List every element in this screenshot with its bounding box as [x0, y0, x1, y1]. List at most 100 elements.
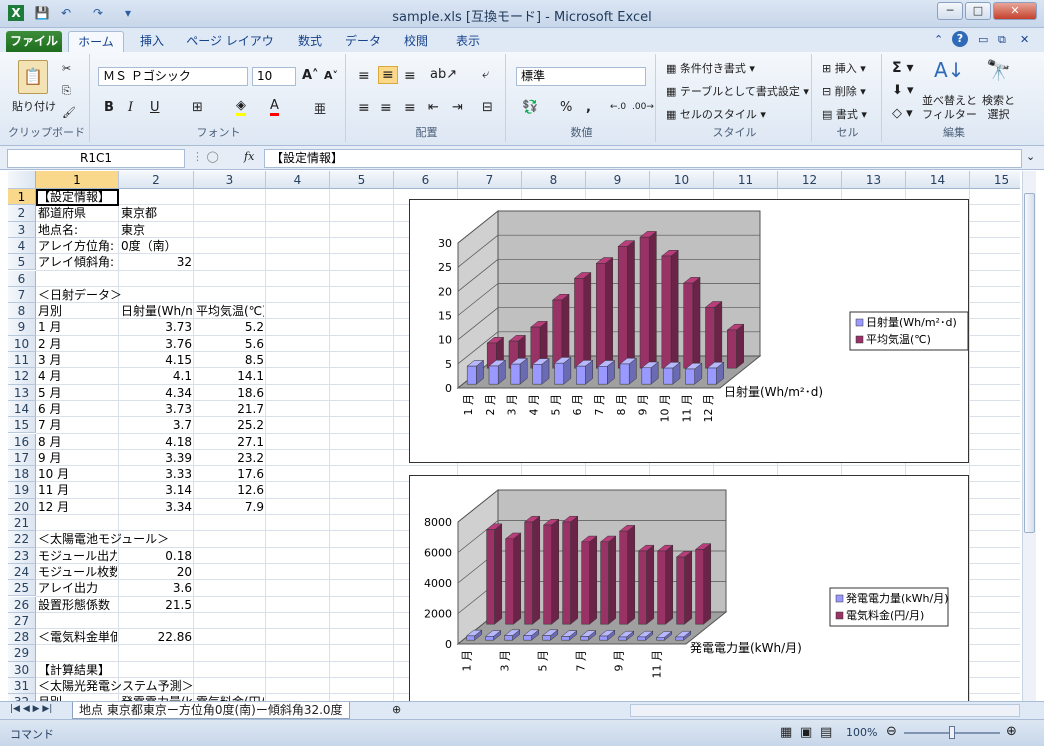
- cell[interactable]: 3.73: [121, 401, 192, 417]
- cell[interactable]: 3.33: [121, 466, 192, 482]
- italic-button[interactable]: I: [128, 100, 133, 115]
- worksheet-grid[interactable]: 1 2 3 4 5 6 7 8 9 10 11 12 13 14 15 1 【設定情報】 2 都道府県 東京都 3 地点…: [8, 171, 1020, 701]
- column-header[interactable]: 15: [970, 171, 1020, 189]
- cell[interactable]: 4.18: [121, 434, 192, 450]
- cell[interactable]: 23.2: [196, 450, 264, 466]
- cell[interactable]: 27.1: [196, 434, 264, 450]
- cell[interactable]: 8.5: [196, 352, 264, 368]
- cell[interactable]: 7.9: [196, 499, 264, 515]
- cell[interactable]: 3.6: [121, 580, 192, 596]
- cell[interactable]: 平均気温(℃): [196, 303, 264, 319]
- column-header[interactable]: 14: [906, 171, 970, 189]
- formula-input[interactable]: 【設定情報】: [264, 149, 1022, 168]
- cell[interactable]: 0度（南）: [121, 238, 421, 254]
- column-header[interactable]: 2: [119, 171, 194, 189]
- cell[interactable]: 都道府県: [38, 205, 117, 221]
- decrease-indent-icon[interactable]: ⇤: [428, 100, 439, 115]
- orientation-icon[interactable]: ab↗: [430, 67, 457, 82]
- cell[interactable]: モジュール出力: [38, 548, 117, 564]
- wb-restore-icon[interactable]: ⧉: [998, 33, 1006, 47]
- cell[interactable]: 2 月: [38, 336, 117, 352]
- row-header[interactable]: 21: [8, 515, 36, 532]
- name-box[interactable]: R1C1: [7, 149, 185, 168]
- cut-icon[interactable]: ✂: [62, 62, 71, 75]
- cell[interactable]: 20: [121, 564, 192, 580]
- close-button[interactable]: ✕: [993, 2, 1037, 20]
- cell[interactable]: 東京都: [121, 205, 421, 221]
- column-header[interactable]: 11: [714, 171, 778, 189]
- row-header[interactable]: 17: [8, 449, 36, 467]
- font-name-combo[interactable]: ＭＳ Ｐゴシック: [98, 67, 248, 86]
- cell[interactable]: 電気料金(円/月): [196, 694, 264, 701]
- shrink-font-icon[interactable]: A˅: [324, 69, 338, 82]
- zoom-in-icon[interactable]: ⊕: [1006, 724, 1017, 739]
- cell[interactable]: 0.18: [121, 548, 192, 564]
- row-header[interactable]: 4: [8, 237, 36, 255]
- underline-button[interactable]: U: [150, 100, 160, 115]
- cell[interactable]: 3.34: [121, 499, 192, 515]
- row-header[interactable]: 27: [8, 612, 36, 630]
- cell[interactable]: 21.7: [196, 401, 264, 417]
- cell[interactable]: 4.1: [121, 368, 192, 384]
- cell[interactable]: 25.2: [196, 417, 264, 433]
- formula-expand-icon[interactable]: ⋮ ◯: [192, 150, 219, 163]
- row-header[interactable]: 6: [8, 270, 36, 287]
- column-header[interactable]: 10: [650, 171, 714, 189]
- cell[interactable]: ＜電気料金単価: [38, 629, 117, 645]
- phonetic-icon[interactable]: 亜: [314, 100, 326, 117]
- vertical-scroll-thumb[interactable]: [1024, 193, 1035, 533]
- align-right-icon[interactable]: ≡: [404, 100, 416, 116]
- cell[interactable]: 発電電力量(k: [121, 694, 192, 701]
- row-header[interactable]: 31: [8, 678, 36, 695]
- cell[interactable]: 5.2: [196, 319, 264, 335]
- font-color-icon[interactable]: A: [270, 98, 279, 116]
- column-header[interactable]: 4: [266, 171, 330, 189]
- select-all-corner[interactable]: [8, 171, 36, 189]
- cell[interactable]: 設置形態係数: [38, 597, 117, 613]
- cell[interactable]: 【計算結果】: [38, 662, 338, 678]
- comma-button[interactable]: ,: [586, 100, 591, 115]
- cell[interactable]: 5.6: [196, 336, 264, 352]
- column-header[interactable]: 13: [842, 171, 906, 189]
- tab-data[interactable]: データ: [340, 31, 386, 52]
- cell[interactable]: 4 月: [38, 368, 117, 384]
- column-header[interactable]: 7: [458, 171, 522, 189]
- cell[interactable]: 月別: [38, 694, 117, 701]
- cell[interactable]: 3.39: [121, 450, 192, 466]
- decrease-decimal-icon[interactable]: .00→: [632, 102, 654, 112]
- row-header[interactable]: 25: [8, 580, 36, 597]
- maximize-button[interactable]: □: [965, 2, 991, 20]
- cell[interactable]: 月別: [38, 303, 117, 319]
- insert-function-button[interactable]: fx: [244, 150, 254, 163]
- format-table-button[interactable]: ▦ テーブルとして書式設定 ▾: [666, 83, 809, 99]
- row-header[interactable]: 13: [8, 384, 36, 401]
- cell[interactable]: 3.14: [121, 482, 192, 498]
- align-center-icon[interactable]: ≡: [380, 100, 392, 116]
- help-icon[interactable]: ?: [952, 31, 968, 47]
- row-header[interactable]: 12: [8, 368, 36, 385]
- tab-page-layout[interactable]: ページ レイアウト: [182, 31, 278, 68]
- currency-icon[interactable]: 💱: [522, 100, 538, 115]
- tab-formulas[interactable]: 数式: [288, 31, 332, 52]
- row-header[interactable]: 7: [8, 286, 36, 304]
- paste-button-label[interactable]: 貼り付け: [12, 98, 56, 114]
- autosum-icon[interactable]: Σ ▾: [892, 60, 913, 76]
- number-format-combo[interactable]: 標準: [516, 67, 646, 86]
- vertical-scrollbar[interactable]: [1022, 171, 1036, 701]
- cell[interactable]: ＜太陽光発電システム予測＞: [38, 678, 338, 694]
- cell[interactable]: 32: [121, 254, 192, 270]
- row-header[interactable]: 30: [8, 661, 36, 678]
- row-header[interactable]: 5: [8, 254, 36, 271]
- tab-home[interactable]: ホーム: [68, 31, 124, 52]
- cell[interactable]: 12.6: [196, 482, 264, 498]
- cell-styles-button[interactable]: ▦ セルのスタイル ▾: [666, 106, 766, 122]
- row-header[interactable]: 9: [8, 319, 36, 336]
- row-header[interactable]: 32: [8, 694, 36, 701]
- tab-file[interactable]: ファイル: [6, 31, 62, 52]
- row-header[interactable]: 28: [8, 629, 36, 646]
- cell[interactable]: 5 月: [38, 385, 117, 401]
- cell[interactable]: アレイ方位角:: [38, 238, 117, 254]
- ribbon-minimize-icon[interactable]: ⌃: [934, 33, 943, 46]
- row-header[interactable]: 8: [8, 303, 36, 320]
- chart-1[interactable]: 0 5 10 15 20 25 30 1 月 2 月 3 月 4 月 5 月 6 月 7 月 8 月 9 月 1…: [409, 199, 969, 463]
